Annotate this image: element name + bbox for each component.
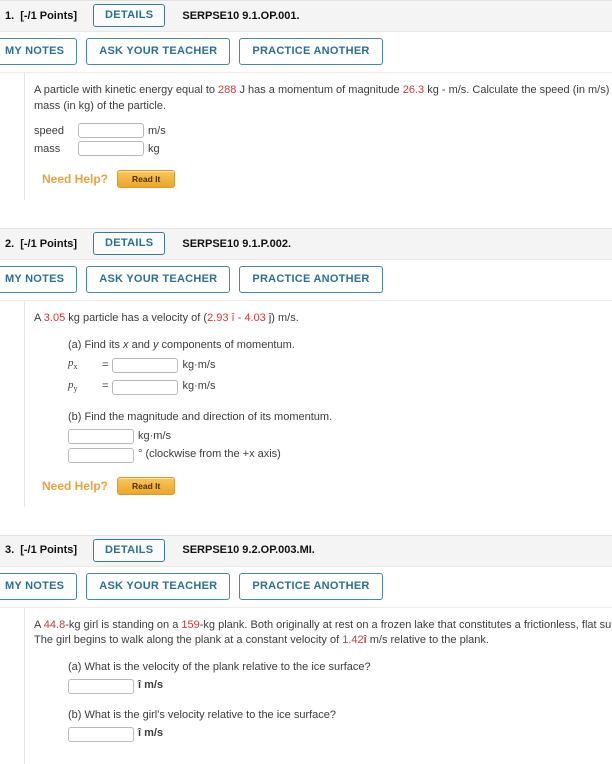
my-notes-button-1[interactable]: MY NOTES — [0, 38, 78, 65]
q2-need-help-label: Need Help? — [42, 478, 109, 493]
details-button-3[interactable]: DETAILS — [93, 538, 166, 562]
q1-need-help-label: Need Help? — [42, 172, 109, 186]
question-2-header: 2. [-/1 Points] DETAILS SERPSE10 9.1.P.0… — [0, 228, 612, 260]
question-2: 2. [-/1 Points] DETAILS SERPSE10 9.1.P.0… — [0, 228, 612, 507]
question-1-points: [-/1 Points] — [20, 9, 78, 22]
q2-value-vy: 4.03 — [244, 312, 266, 324]
q2-magnitude-input[interactable] — [68, 429, 134, 445]
question-2-points: [-/1 Points] — [20, 237, 78, 250]
question-1-header: 1. [-/1 Points] DETAILS SERPSE10 9.1.OP.… — [0, 0, 612, 32]
question-1-code: SERPSE10 9.1.OP.001. — [182, 9, 300, 22]
assignment-page: 1. [-/1 Points] DETAILS SERPSE10 9.1.OP.… — [0, 0, 612, 764]
q1-mass-label: mass — [34, 142, 61, 155]
q1-answer-row-speed: speed m/s — [34, 123, 612, 138]
ask-your-teacher-button-2[interactable]: ASK YOUR TEACHER — [86, 266, 231, 293]
q3-part-b-unit: î m/s — [138, 727, 164, 740]
q1-mass-unit: kg — [148, 142, 160, 155]
q2-answer-row-py: py = kg·m/s — [68, 378, 612, 397]
practice-another-button-2[interactable]: PRACTICE ANOTHER — [239, 266, 383, 293]
spacer-2 — [0, 506, 612, 535]
q1-value-kinetic-energy: 288 — [218, 84, 237, 96]
q3-value-velocity: 1.42 — [342, 634, 364, 647]
question-2-actions: MY NOTES ASK YOUR TEACHER PRACTICE ANOTH… — [0, 260, 612, 301]
q1-value-momentum: 26.3 — [402, 84, 425, 96]
question-2-prompt: A 3.05 kg particle has a velocity of (2.… — [34, 312, 299, 324]
q2-part-a-text: (a) Find its x and y components of momen… — [68, 338, 295, 351]
q2-direction-input[interactable] — [68, 447, 134, 463]
q2-py-label: py — [68, 378, 78, 393]
question-2-code: SERPSE10 9.1.P.002. — [182, 237, 292, 250]
ask-your-teacher-button-3[interactable]: ASK YOUR TEACHER — [86, 572, 231, 600]
question-1-body: A particle with kinetic energy equal to … — [24, 73, 612, 200]
q3-plank-velocity-input[interactable] — [68, 678, 134, 694]
q2-px-unit: kg·m/s — [182, 358, 216, 371]
question-1-actions: MY NOTES ASK YOUR TEACHER PRACTICE ANOTH… — [0, 32, 612, 73]
q2-need-help: Need Help? Read It — [42, 476, 612, 495]
q2-value-vx: 2.93 — [207, 312, 229, 324]
q2-magnitude-unit: kg·m/s — [138, 429, 171, 442]
q1-speed-unit: m/s — [148, 124, 166, 137]
q3-part-a-unit: î m/s — [138, 679, 164, 692]
question-3-body: A 44.8-kg girl is standing on a 159-kg p… — [24, 607, 612, 764]
practice-another-button-1[interactable]: PRACTICE ANOTHER — [239, 38, 383, 65]
question-3-points: [-/1 Points] — [20, 544, 78, 557]
q2-px-equals: = — [102, 358, 109, 371]
q2-answer-row-magnitude: kg·m/s — [68, 429, 612, 445]
q3-girl-velocity-input[interactable] — [68, 726, 134, 742]
practice-another-button-3[interactable]: PRACTICE ANOTHER — [239, 572, 383, 600]
q1-answer-row-mass: mass kg — [34, 141, 612, 156]
q2-answer-row-px: px = kg·m/s — [68, 356, 612, 375]
q2-px-input[interactable] — [112, 357, 179, 373]
q1-need-help: Need Help? Read It — [42, 170, 612, 188]
q2-px-label: px — [68, 357, 78, 372]
question-1-prompt-line-1: A particle with kinetic energy equal to … — [34, 84, 612, 96]
question-2-body: A 3.05 kg particle has a velocity of (2.… — [24, 301, 612, 507]
q3-answer-row-b: î m/s — [68, 726, 612, 742]
question-1-number: 1. — [5, 9, 15, 22]
q3-part-a-text: (a) What is the velocity of the plank re… — [68, 660, 371, 673]
q3-part-b-text: (b) What is the girl's velocity relative… — [68, 708, 337, 721]
q1-mass-input[interactable] — [78, 141, 144, 156]
q2-direction-unit: ° (clockwise from the +x axis) — [138, 448, 281, 461]
question-3-actions: MY NOTES ASK YOUR TEACHER PRACTICE ANOTH… — [0, 566, 612, 608]
spacer-1 — [0, 200, 612, 228]
ask-your-teacher-button-1[interactable]: ASK YOUR TEACHER — [86, 38, 231, 65]
q2-read-it-button[interactable]: Read It — [117, 476, 176, 495]
q1-speed-input[interactable] — [78, 123, 144, 138]
my-notes-button-3[interactable]: MY NOTES — [0, 572, 78, 600]
q2-value-mass: 3.05 — [43, 312, 66, 324]
q2-part-b-text: (b) Find the magnitude and direction of … — [68, 411, 333, 424]
question-3-header: 3. [-/1 Points] DETAILS SERPSE10 9.2.OP.… — [0, 534, 612, 567]
question-1: 1. [-/1 Points] DETAILS SERPSE10 9.1.OP.… — [0, 0, 612, 200]
q2-py-equals: = — [102, 380, 109, 393]
q2-answer-row-direction: ° (clockwise from the +x axis) — [68, 447, 612, 463]
q2-py-unit: kg·m/s — [182, 380, 216, 393]
details-button-1[interactable]: DETAILS — [93, 4, 166, 27]
q2-py-input[interactable] — [112, 379, 179, 395]
my-notes-button-2[interactable]: MY NOTES — [0, 266, 78, 293]
q1-read-it-button[interactable]: Read It — [117, 170, 176, 188]
question-3: 3. [-/1 Points] DETAILS SERPSE10 9.2.OP.… — [0, 534, 612, 764]
question-3-number: 3. — [5, 544, 15, 557]
details-button-2[interactable]: DETAILS — [93, 232, 166, 255]
q1-speed-label: speed — [34, 124, 64, 137]
question-3-code: SERPSE10 9.2.OP.003.MI. — [182, 544, 315, 557]
q3-value-plank-mass: 159 — [181, 618, 200, 631]
question-3-prompt-line-1: A 44.8-kg girl is standing on a 159-kg p… — [34, 618, 612, 631]
question-3-prompt-line-2: The girl begins to walk along the plank … — [34, 634, 489, 647]
question-2-number: 2. — [5, 237, 15, 250]
q3-answer-row-a: î m/s — [68, 678, 612, 694]
question-1-prompt-line-2: mass (in kg) of the particle. — [34, 99, 167, 112]
q3-value-girl-mass: 44.8 — [43, 618, 66, 631]
